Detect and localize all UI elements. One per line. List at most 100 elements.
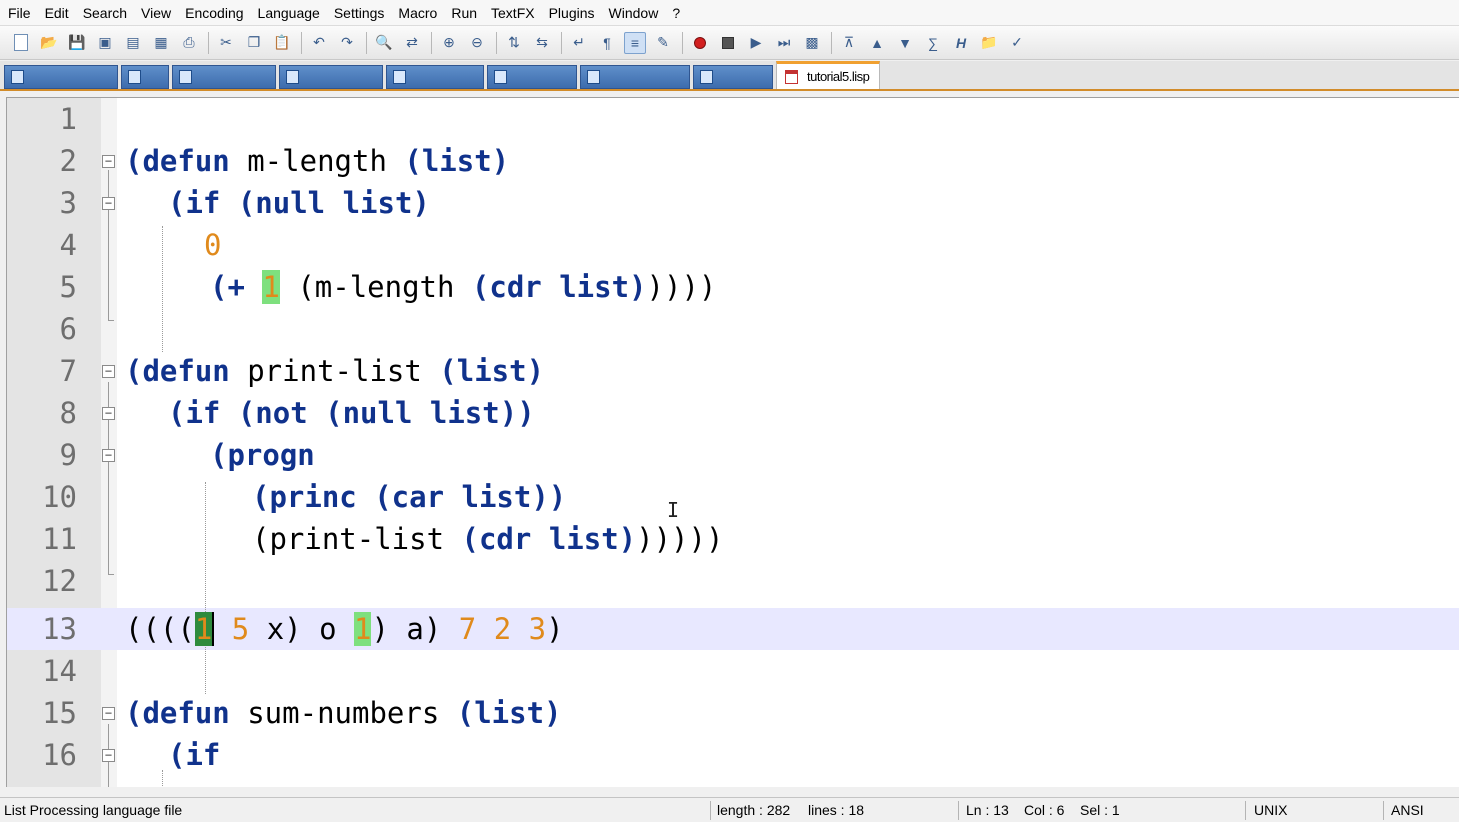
line-number: 9 (59, 438, 77, 472)
keyword: (+ (210, 270, 263, 304)
user-language-icon[interactable]: ✎ (652, 32, 674, 54)
line-number: 5 (59, 270, 77, 304)
document-tab[interactable] (4, 65, 118, 89)
code-line: 11 (print-list (cdr list)))))) (7, 518, 1459, 560)
menu-file[interactable]: File (8, 0, 31, 26)
eol-format[interactable]: UNIX (1250, 798, 1287, 822)
menu-bar: File Edit Search View Encoding Language … (0, 0, 1459, 26)
indent-guide-icon[interactable]: ≡ (624, 31, 646, 54)
document-tab[interactable] (487, 65, 577, 89)
menu-language[interactable]: Language (258, 0, 320, 26)
document-tab[interactable] (386, 65, 484, 89)
toolbar-separator (561, 31, 562, 54)
macro-run-multiple-icon[interactable]: ⏭ (773, 32, 795, 54)
file-icon (179, 70, 192, 84)
line-number: 6 (59, 312, 77, 346)
folder-icon[interactable]: 📁 (978, 32, 1000, 54)
sum-icon[interactable]: ∑ (922, 32, 944, 54)
menu-window[interactable]: Window (609, 0, 659, 26)
menu-view[interactable]: View (141, 0, 171, 26)
encoding-indicator[interactable]: ANSI (1387, 798, 1424, 822)
code-text: ((((1 5 x) o 1) a) 7 2 3) (125, 608, 564, 650)
code-text: (print-list (cdr list)))))) (252, 518, 723, 560)
code-line: 7 − (defun print-list (list) (7, 350, 1459, 392)
open-file-icon[interactable]: 📂 (38, 32, 60, 54)
save-icon[interactable]: 💾 (66, 32, 88, 54)
menu-plugins[interactable]: Plugins (549, 0, 595, 26)
toolbar-separator (682, 31, 683, 54)
document-tab[interactable] (580, 65, 690, 89)
document-tab[interactable] (279, 65, 383, 89)
menu-macro[interactable]: Macro (398, 0, 437, 26)
toolbar-separator (831, 31, 832, 54)
arrow-down-icon[interactable]: ▼ (894, 32, 916, 54)
toolbar-separator (431, 31, 432, 54)
arrow-up-icon[interactable]: ▲ (866, 32, 888, 54)
fold-toggle-icon[interactable]: − (102, 749, 115, 762)
code-line: 4 0 (7, 224, 1459, 266)
spell-check-icon[interactable]: ✓ (1006, 32, 1028, 54)
word-wrap-icon[interactable]: ↵ (568, 32, 590, 54)
save-all-icon[interactable]: ▣ (94, 32, 116, 54)
sync-vertical-icon[interactable]: ⇅ (503, 32, 525, 54)
menu-help[interactable]: ? (672, 0, 680, 26)
fold-toggle-icon[interactable]: − (102, 449, 115, 462)
menu-settings[interactable]: Settings (334, 0, 385, 26)
fold-toggle-icon[interactable]: − (102, 407, 115, 420)
menu-edit[interactable]: Edit (45, 0, 69, 26)
macro-play-icon[interactable]: ▶ (745, 32, 767, 54)
tab-label: tutorial5.lisp (807, 69, 870, 84)
code-text: (defun sum-numbers (list) (125, 692, 562, 734)
code-line: 6 (7, 308, 1459, 350)
code-line: 16 − (if (7, 734, 1459, 776)
code-line: 5 (+ 1 (m-length (cdr list))))) (7, 266, 1459, 308)
find-icon[interactable]: 🔍 (373, 32, 395, 54)
brace-match-highlight: 1 (354, 612, 372, 646)
menu-encoding[interactable]: Encoding (185, 0, 243, 26)
print-icon[interactable]: ⎙ (178, 32, 200, 54)
line-number: 10 (42, 480, 77, 514)
show-all-chars-icon[interactable]: ¶ (596, 32, 618, 54)
fold-all-icon[interactable]: ⊼ (838, 32, 860, 54)
copy-icon[interactable]: ❐ (243, 32, 265, 54)
code-line: 3 − (if (null list) (7, 182, 1459, 224)
code-line: 1 (7, 98, 1459, 140)
line-number: 12 (42, 564, 77, 598)
menu-textfx[interactable]: TextFX (491, 0, 535, 26)
menu-run[interactable]: Run (451, 0, 477, 26)
new-file-icon[interactable] (10, 32, 32, 54)
zoom-in-icon[interactable]: ⊕ (438, 32, 460, 54)
macro-record-icon[interactable] (689, 32, 711, 54)
notepad-plus-plus-window: File Edit Search View Encoding Language … (0, 0, 1459, 822)
fold-toggle-icon[interactable]: − (102, 365, 115, 378)
close-all-icon[interactable]: ▦ (150, 32, 172, 54)
document-tab[interactable] (693, 65, 773, 89)
macro-save-icon[interactable]: ▩ (801, 32, 823, 54)
tab-tutorial5-lisp[interactable]: tutorial5.lisp (776, 61, 881, 89)
fold-toggle-icon[interactable]: − (102, 707, 115, 720)
document-tab[interactable] (121, 65, 169, 89)
parameter-list: (list) (404, 144, 510, 178)
cut-icon[interactable]: ✂ (215, 32, 237, 54)
zoom-out-icon[interactable]: ⊖ (466, 32, 488, 54)
code-line: 15 − (defun sum-numbers (list) (7, 692, 1459, 734)
redo-icon[interactable]: ↷ (336, 32, 358, 54)
code-line: 8 − (if (not (null list)) (7, 392, 1459, 434)
document-tab[interactable] (172, 65, 276, 89)
undo-icon[interactable]: ↶ (308, 32, 330, 54)
keyword: (cdr list) (471, 270, 647, 304)
number-literal: 3 (528, 612, 547, 646)
macro-stop-icon[interactable] (717, 32, 739, 54)
fold-toggle-icon[interactable]: − (102, 155, 115, 168)
menu-search[interactable]: Search (83, 0, 127, 26)
sync-horizontal-icon[interactable]: ⇆ (531, 32, 553, 54)
close-file-icon[interactable]: ▤ (122, 32, 144, 54)
heading-icon[interactable]: H (950, 32, 972, 54)
line-number: 3 (59, 186, 77, 220)
code-editor[interactable]: 1 2 − (defun m-length (list) 3 − (if (nu… (6, 97, 1459, 787)
replace-icon[interactable]: ⇄ (401, 32, 423, 54)
paste-icon[interactable]: 📋 (271, 32, 293, 54)
fold-toggle-icon[interactable]: − (102, 197, 115, 210)
